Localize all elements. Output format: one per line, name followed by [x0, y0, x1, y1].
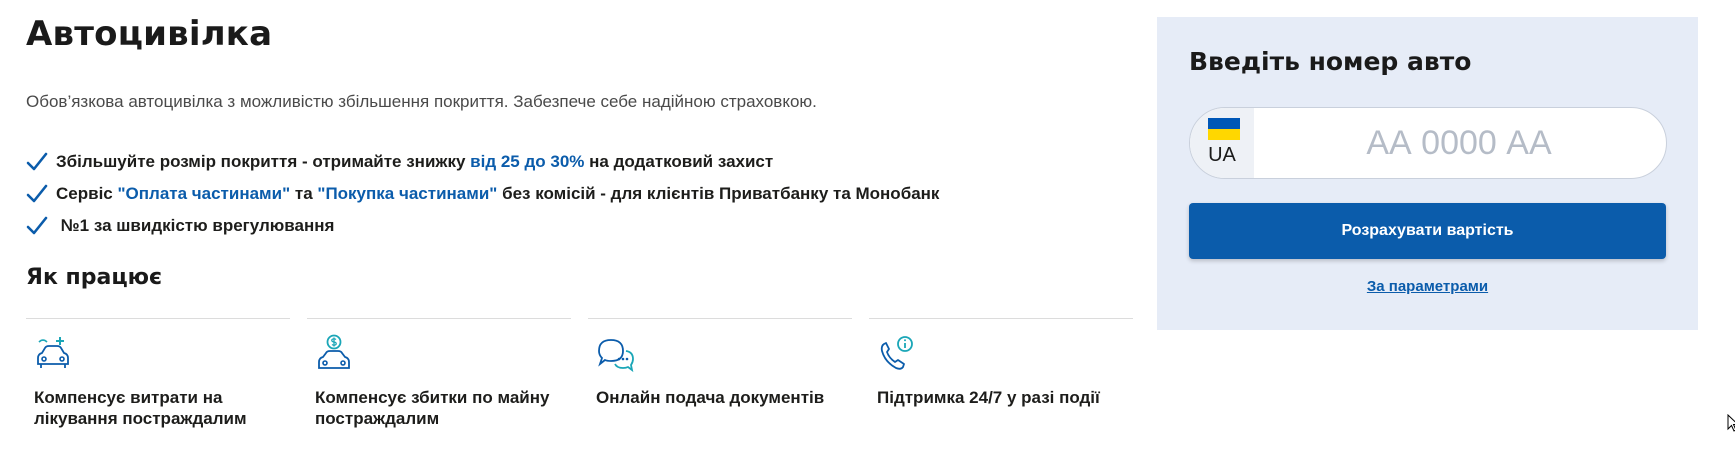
benefits-list: Збільшуйте розмір покриття - отримайте з…: [26, 146, 939, 242]
by-parameters-link[interactable]: За параметрами: [1157, 278, 1698, 295]
features-row: Компенсує витрати на лікування постражда…: [26, 318, 1134, 458]
feature-card: Підтримка 24/7 у разі події: [869, 318, 1133, 407]
country-code: UA: [1208, 144, 1236, 166]
discount-link[interactable]: від 25 до 30%: [470, 152, 584, 172]
page-title: Автоцивілка: [26, 14, 273, 54]
benefit-item: №1 за швидкістю врегулювання: [26, 210, 939, 242]
feature-label: Онлайн подача документів: [596, 388, 825, 407]
phone-info-icon: [876, 334, 916, 374]
plate-calculator-panel: Введіть номер авто UA Розрахувати вартіс…: [1157, 17, 1698, 330]
calculate-price-button[interactable]: Розрахувати вартість: [1189, 203, 1666, 259]
car-money-icon: [314, 334, 354, 374]
feature-card: Компенсує витрати на лікування постражда…: [26, 318, 290, 428]
feature-label: Компенсує витрати на лікування постражда…: [34, 388, 247, 428]
benefit-text: та: [290, 184, 318, 203]
benefit-text: без комісій - для клієнтів Приватбанку т…: [497, 184, 940, 203]
ukraine-flag-icon: [1208, 118, 1240, 140]
benefit-text: Збільшуйте розмір покриття - отримайте з…: [56, 152, 471, 171]
feature-card: Компенсує збитки по майну постраждалим: [307, 318, 571, 428]
feature-label: Компенсує збитки по майну постраждалим: [315, 388, 550, 428]
benefit-item: Сервіс "Оплата частинами" та "Покупка ча…: [26, 178, 939, 210]
chat-bubbles-icon: [595, 334, 635, 374]
installment-payment-link[interactable]: "Оплата частинами": [117, 184, 290, 204]
benefit-text: на додатковий захист: [584, 152, 774, 171]
plate-country-badge: UA: [1190, 108, 1254, 178]
installment-purchase-link[interactable]: "Покупка частинами": [317, 184, 497, 204]
benefit-text: Сервіс: [56, 184, 118, 203]
car-medical-icon: [33, 334, 73, 374]
checkmark-icon: [26, 151, 48, 173]
plate-panel-title: Введіть номер авто: [1189, 47, 1472, 76]
benefit-text: №1 за швидкістю врегулювання: [56, 216, 335, 235]
feature-label: Підтримка 24/7 у разі події: [877, 388, 1100, 407]
checkmark-icon: [26, 183, 48, 205]
checkmark-icon: [26, 215, 48, 237]
mouse-cursor-icon: [1727, 413, 1735, 432]
plate-number-input[interactable]: [1254, 108, 1664, 178]
page-subtitle: Обов’язкова автоцивілка з можливістю збі…: [26, 92, 817, 111]
plate-number-field: UA: [1189, 107, 1667, 179]
feature-card: Онлайн подача документів: [588, 318, 852, 407]
how-it-works-title: Як працює: [26, 265, 163, 290]
benefit-item: Збільшуйте розмір покриття - отримайте з…: [26, 146, 939, 178]
